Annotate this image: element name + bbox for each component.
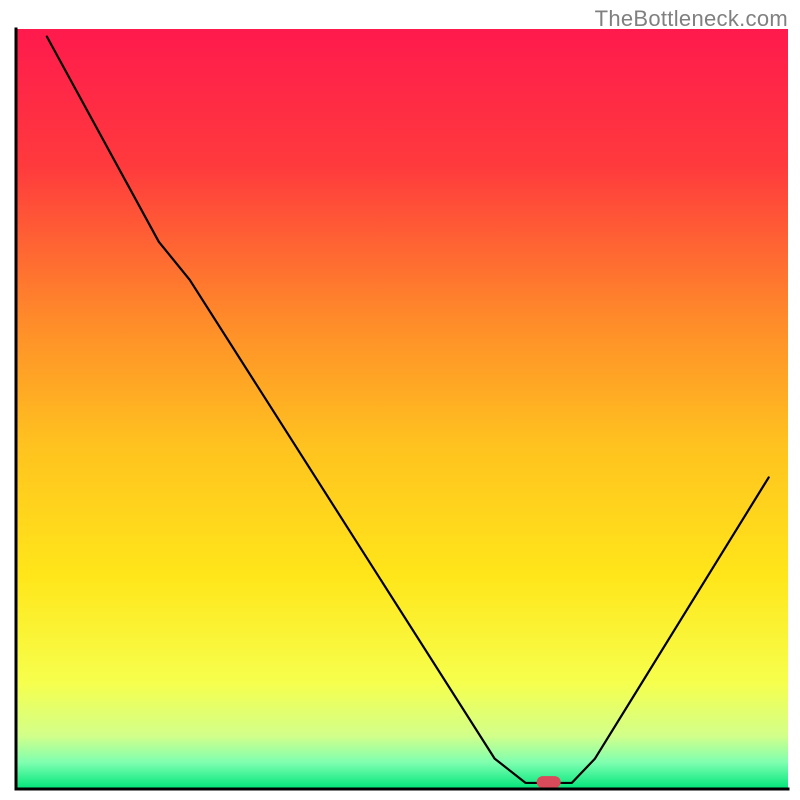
optimal-marker [537,776,561,788]
chart-stage: TheBottleneck.com [0,0,800,800]
gradient-background [16,29,788,789]
chart-svg [0,0,800,800]
